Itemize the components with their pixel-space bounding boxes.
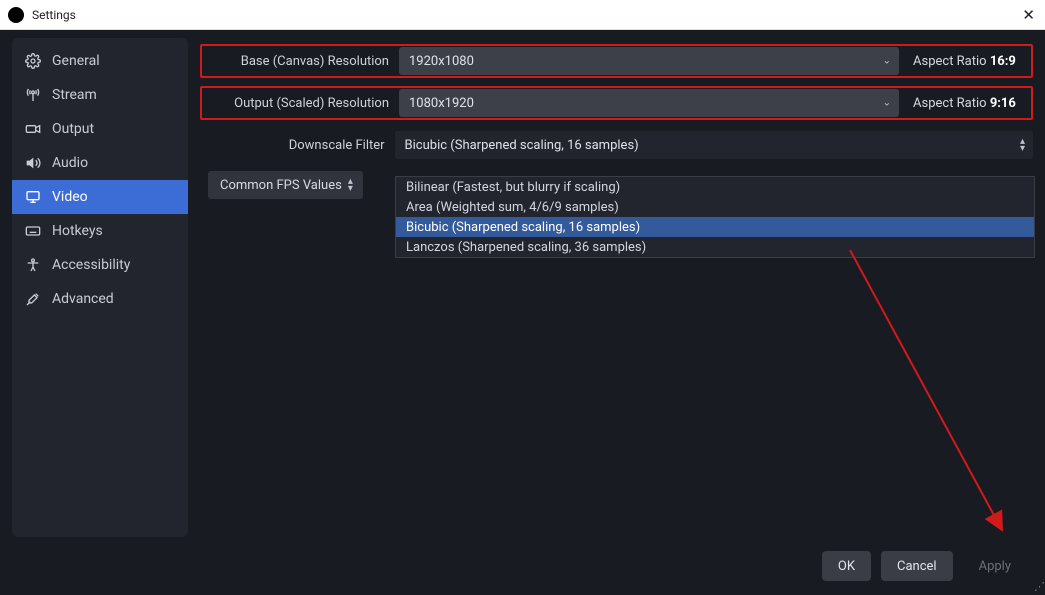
base-resolution-label: Base (Canvas) Resolution	[204, 54, 399, 69]
fps-mode-selector[interactable]: Common FPS Values ▴▾	[208, 171, 363, 199]
apply-button[interactable]: Apply	[963, 551, 1027, 581]
downscale-filter-dropdown: Bilinear (Fastest, but blurry if scaling…	[395, 176, 1035, 258]
sidebar-item-label: General	[52, 53, 100, 69]
row-downscale-filter: Downscale Filter Bicubic (Sharpened scal…	[200, 128, 1033, 162]
chevron-down-icon: ⌄	[883, 98, 891, 109]
chevron-down-icon: ⌄	[883, 56, 891, 67]
close-icon[interactable]: ✕	[1022, 6, 1035, 24]
antenna-icon	[24, 87, 42, 103]
downscale-option-bicubic[interactable]: Bicubic (Sharpened scaling, 16 samples)	[396, 217, 1034, 237]
sidebar-item-video[interactable]: Video	[12, 180, 188, 214]
sidebar-item-label: Accessibility	[52, 257, 130, 273]
downscale-filter-value: Bicubic (Sharpened scaling, 16 samples)	[405, 138, 639, 153]
ok-button[interactable]: OK	[822, 551, 871, 581]
sidebar-item-label: Advanced	[52, 291, 114, 307]
downscale-option-lanczos[interactable]: Lanczos (Sharpened scaling, 36 samples)	[396, 237, 1034, 257]
sidebar-item-audio[interactable]: Audio	[12, 146, 188, 180]
downscale-option-bilinear[interactable]: Bilinear (Fastest, but blurry if scaling…	[396, 177, 1034, 197]
sidebar-item-stream[interactable]: Stream	[12, 78, 188, 112]
resize-grip-icon[interactable]: ⋰	[1034, 580, 1043, 593]
downscale-filter-combo[interactable]: Bicubic (Sharpened scaling, 16 samples) …	[395, 131, 1033, 159]
output-resolution-label: Output (Scaled) Resolution	[204, 96, 399, 111]
output-resolution-combo[interactable]: 1080x1920 ⌄	[399, 89, 899, 117]
window-title: Settings	[32, 8, 76, 22]
tools-icon	[24, 291, 42, 307]
output-resolution-value: 1080x1920	[409, 96, 474, 111]
fps-mode-label: Common FPS Values	[220, 178, 342, 193]
downscale-filter-label: Downscale Filter	[200, 138, 395, 153]
output-aspect-ratio: Aspect Ratio 9:16	[899, 96, 1029, 111]
row-base-resolution: Base (Canvas) Resolution 1920x1080 ⌄ Asp…	[200, 44, 1033, 78]
row-output-resolution: Output (Scaled) Resolution 1080x1920 ⌄ A…	[200, 86, 1033, 120]
sidebar-item-hotkeys[interactable]: Hotkeys	[12, 214, 188, 248]
base-resolution-value: 1920x1080	[409, 54, 474, 69]
cancel-button[interactable]: Cancel	[881, 551, 953, 581]
monitor-icon	[24, 189, 42, 205]
gear-icon	[24, 53, 42, 69]
sidebar-item-label: Output	[52, 121, 94, 137]
speaker-icon	[24, 155, 42, 171]
sidebar-item-accessibility[interactable]: Accessibility	[12, 248, 188, 282]
footer-buttons: OK Cancel Apply	[822, 551, 1027, 581]
sidebar-item-advanced[interactable]: Advanced	[12, 282, 188, 316]
sidebar-item-label: Hotkeys	[52, 223, 103, 239]
updown-icon: ▴▾	[348, 178, 353, 192]
accessibility-icon	[24, 257, 42, 273]
sidebar-item-label: Stream	[52, 87, 97, 103]
base-resolution-combo[interactable]: 1920x1080 ⌄	[399, 47, 899, 75]
titlebar: Settings ✕	[0, 0, 1045, 30]
content-area: Base (Canvas) Resolution 1920x1080 ⌄ Asp…	[200, 38, 1033, 537]
sidebar-item-label: Video	[52, 189, 88, 205]
camera-icon	[24, 121, 42, 137]
keyboard-icon	[24, 223, 42, 239]
sidebar-item-output[interactable]: Output	[12, 112, 188, 146]
sidebar: General Stream Output Audio Video	[12, 38, 188, 537]
sidebar-item-label: Audio	[52, 155, 88, 171]
window-body: General Stream Output Audio Video	[0, 30, 1045, 595]
app-icon	[8, 7, 24, 23]
base-aspect-ratio: Aspect Ratio 16:9	[899, 54, 1029, 69]
sidebar-item-general[interactable]: General	[12, 44, 188, 78]
updown-icon: ▴▾	[1020, 138, 1025, 152]
downscale-option-area[interactable]: Area (Weighted sum, 4/6/9 samples)	[396, 197, 1034, 217]
